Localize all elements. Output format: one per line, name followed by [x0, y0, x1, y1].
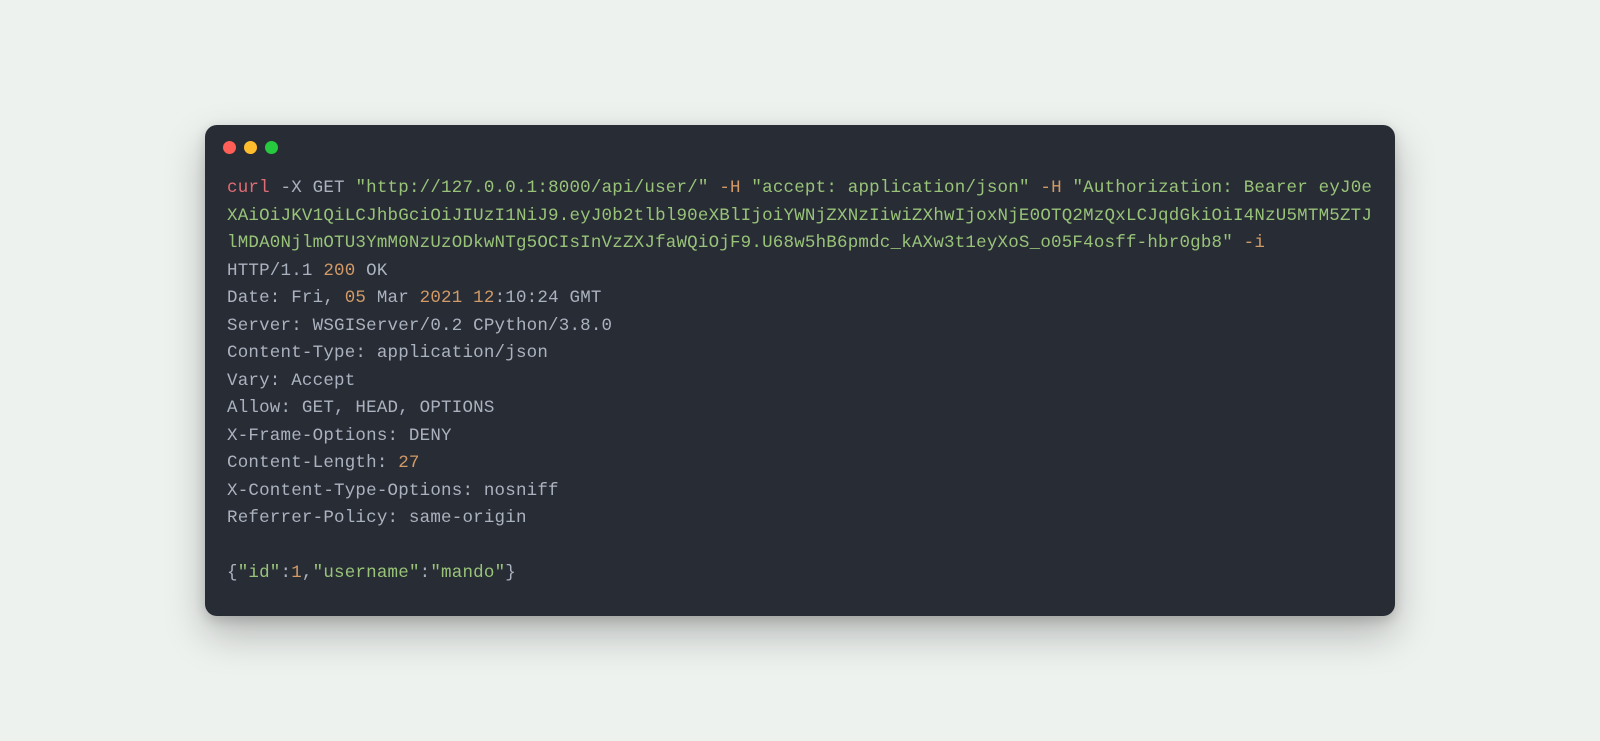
curl-command: curl	[227, 178, 270, 198]
terminal-body[interactable]: curl -X GET "http://127.0.0.1:8000/api/u…	[205, 169, 1395, 588]
resp-x-content-type: X-Content-Type-Options: nosniff	[227, 481, 559, 501]
resp-date-c: Mar	[366, 288, 420, 308]
flag-x: -X	[281, 178, 302, 198]
flag-h2: -H	[1040, 178, 1061, 198]
json-key-id: "id"	[238, 563, 281, 583]
resp-content-length-value: 27	[398, 453, 419, 473]
http-method: GET	[313, 178, 345, 198]
titlebar	[205, 125, 1395, 169]
resp-date-hour: 12	[473, 288, 494, 308]
json-val-id: 1	[291, 563, 302, 583]
resp-x-frame: X-Frame-Options: DENY	[227, 426, 452, 446]
header-accept: "accept: application/json"	[751, 178, 1029, 198]
resp-server: Server: WSGIServer/0.2 CPython/3.8.0	[227, 316, 612, 336]
resp-date-day: 05	[345, 288, 366, 308]
resp-allow: Allow: GET, HEAD, OPTIONS	[227, 398, 495, 418]
resp-content-length-label: Content-Length:	[227, 453, 398, 473]
json-close: }	[505, 563, 516, 583]
json-colon2: :	[420, 563, 431, 583]
json-comma: ,	[302, 563, 313, 583]
resp-content-type: Content-Type: application/json	[227, 343, 548, 363]
terminal-window: curl -X GET "http://127.0.0.1:8000/api/u…	[205, 125, 1395, 616]
request-url: "http://127.0.0.1:8000/api/user/"	[355, 178, 708, 198]
resp-vary: Vary: Accept	[227, 371, 355, 391]
close-icon[interactable]	[223, 141, 236, 154]
header-auth-prefix: "Authorization: Bearer	[1072, 178, 1318, 198]
resp-status-text: OK	[355, 261, 387, 281]
maximize-icon[interactable]	[265, 141, 278, 154]
resp-date-a: Date: Fri,	[227, 288, 345, 308]
json-colon1: :	[281, 563, 292, 583]
flag-h1: -H	[719, 178, 740, 198]
resp-status-proto: HTTP/1.1	[227, 261, 323, 281]
json-open: {	[227, 563, 238, 583]
minimize-icon[interactable]	[244, 141, 257, 154]
resp-status-code: 200	[323, 261, 355, 281]
resp-date-year: 2021	[420, 288, 463, 308]
flag-i: -i	[1244, 233, 1265, 253]
resp-referrer-policy: Referrer-Policy: same-origin	[227, 508, 527, 528]
resp-date-rest: :10:24 GMT	[495, 288, 602, 308]
json-val-username: "mando"	[430, 563, 505, 583]
json-key-username: "username"	[313, 563, 420, 583]
resp-date-sp	[462, 288, 473, 308]
